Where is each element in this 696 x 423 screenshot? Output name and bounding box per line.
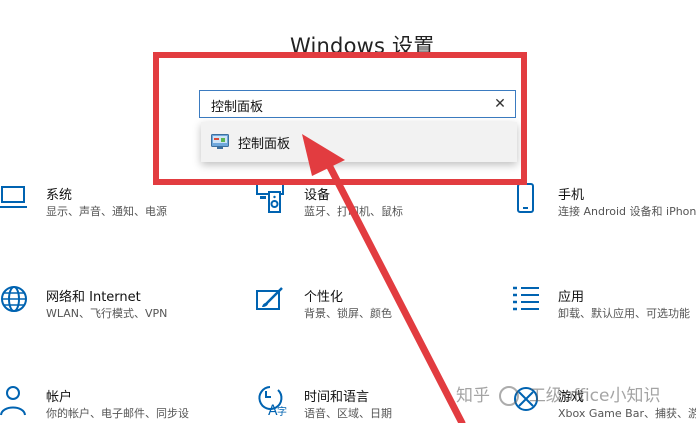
category-title: 手机 [558, 188, 585, 203]
category-title: 时间和语言 [304, 390, 370, 405]
control-panel-icon [211, 134, 229, 149]
category-title: 系统 [46, 188, 73, 203]
close-icon[interactable]: ✕ [491, 95, 509, 113]
category-title: 网络和 Internet [46, 290, 141, 305]
category-desc: 卸载、默认应用、可选功能 [558, 307, 690, 320]
category-desc: 背景、锁屏、颜色 [304, 307, 392, 320]
category-time-language[interactable]: A 字 时间和语言 语音、区域、日期 [256, 385, 496, 423]
annotation-highlight-frame [153, 52, 527, 185]
category-desc: 连接 Android 设备和 iPhone [558, 205, 696, 218]
category-desc: 显示、声音、通知、电源 [46, 205, 167, 218]
globe-icon [1, 286, 27, 312]
search-input[interactable]: 控制面板 ✕ [199, 90, 516, 118]
page-title: Windows 设置 [290, 34, 435, 58]
category-desc: 蓝牙、打印机、鼠标 [304, 205, 403, 218]
category-network[interactable]: 网络和 Internet WLAN、飞行模式、VPN [0, 285, 240, 335]
suggestion-label: 控制面板 [238, 137, 291, 152]
search-input-value[interactable]: 控制面板 [211, 96, 263, 115]
category-desc: 语音、区域、日期 [304, 407, 392, 420]
time-language-icon: A 字 [258, 386, 287, 417]
person-icon [0, 386, 26, 416]
category-personalization[interactable]: 个性化 背景、锁屏、颜色 [256, 285, 496, 335]
xbox-icon [514, 387, 538, 411]
apps-list-icon [513, 286, 539, 311]
brush-icon [256, 287, 283, 310]
category-title: 游戏 [558, 390, 585, 405]
phone-icon [517, 183, 534, 213]
category-desc: Xbox Game Bar、捕获、游 [558, 407, 696, 420]
category-accounts[interactable]: 帐户 你的帐户、电子邮件、同步设 [0, 385, 240, 423]
category-phone[interactable]: 手机 连接 Android 设备和 iPhone [512, 183, 696, 233]
category-desc: WLAN、飞行模式、VPN [46, 307, 168, 320]
devices-icon [256, 183, 284, 213]
category-title: 设备 [304, 188, 331, 203]
category-apps[interactable]: 应用 卸载、默认应用、可选功能 [512, 285, 696, 335]
search-suggestion-item[interactable]: 控制面板 [201, 122, 517, 162]
svg-text:字: 字 [277, 405, 287, 417]
category-devices[interactable]: 设备 蓝牙、打印机、鼠标 [256, 183, 496, 233]
laptop-icon [0, 186, 27, 208]
category-title: 个性化 [304, 290, 344, 305]
category-desc: 你的帐户、电子邮件、同步设 [46, 407, 189, 420]
category-title: 帐户 [46, 390, 73, 405]
settings-window: Windows 设置 系统 显示、声音、通知、电源 设备 蓝牙、打印机、鼠标 手… [0, 0, 696, 423]
category-gaming[interactable]: 游戏 Xbox Game Bar、捕获、游 [512, 385, 696, 423]
category-system[interactable]: 系统 显示、声音、通知、电源 [0, 183, 240, 233]
category-title: 应用 [558, 290, 585, 305]
